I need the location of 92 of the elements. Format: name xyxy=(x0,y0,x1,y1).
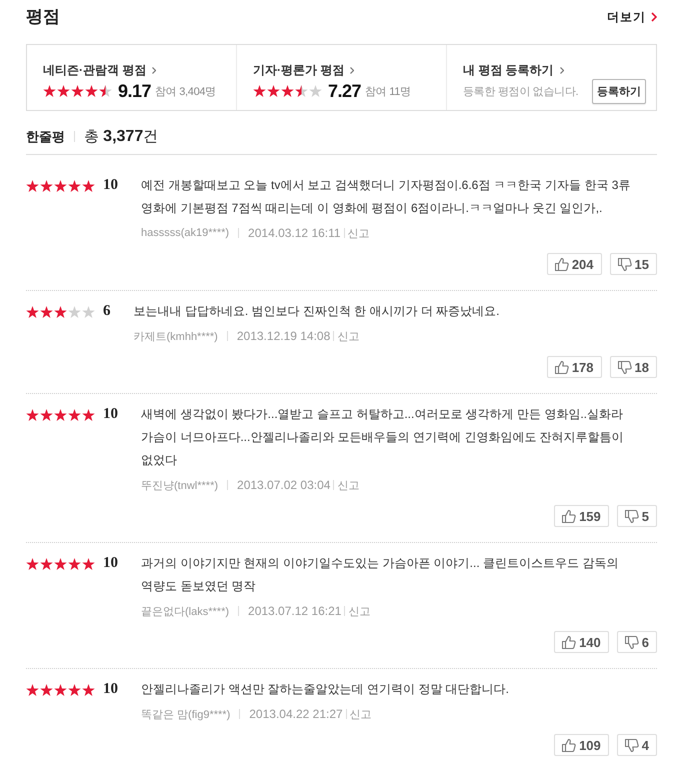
star-icon xyxy=(54,306,67,318)
chevron-right-icon xyxy=(560,66,564,74)
dislike-button[interactable]: 15 xyxy=(610,253,657,275)
star-icon xyxy=(99,85,112,97)
like-button[interactable]: 178 xyxy=(546,356,602,378)
review-date: 2013.07.12 16:21 xyxy=(248,604,342,618)
review-text: 새벽에 생각없이 봤다가...열받고 슬프고 허탈하고...여러모로 생각하게 만든 영화임..실화라 가슴이 너므아프다...안젤리나졸리와 모든배우들의 연기력에 긴영화임에도 잔혀지루할틈이 없었다 xyxy=(141,406,625,469)
like-button[interactable]: 159 xyxy=(554,505,609,527)
review-score: 10 xyxy=(103,406,118,423)
more-link[interactable]: 더보기 xyxy=(607,8,657,26)
star-icon xyxy=(54,180,67,192)
review-score: 6 xyxy=(103,303,110,320)
review-author: 끝은없다(laks****) xyxy=(141,604,230,618)
review-date: 2013.12.19 14:08 xyxy=(236,329,330,343)
thumbs-down-icon xyxy=(618,258,632,270)
star-icon xyxy=(54,684,67,696)
register-button[interactable]: 등록하기 xyxy=(592,79,646,104)
star-icon xyxy=(40,180,53,192)
thumbs-up-icon xyxy=(562,510,576,522)
average-score: 7.27 xyxy=(328,80,362,102)
review-date: 2013.04.22 21:27 xyxy=(249,707,343,721)
dislike-button[interactable]: 4 xyxy=(616,734,657,756)
star-icon xyxy=(82,306,95,318)
star-icon xyxy=(68,408,81,420)
review-total-count: 총 3,377건 xyxy=(84,127,158,146)
reviews-title: 한줄평 xyxy=(26,128,65,146)
thumbs-down-icon xyxy=(624,510,639,522)
dislike-button[interactable]: 18 xyxy=(610,356,657,378)
star-icon xyxy=(82,558,95,570)
star-icon xyxy=(40,684,53,696)
participant-count: 참여 11명 xyxy=(365,84,411,98)
star-icon xyxy=(267,85,280,97)
review-author: 카제트(kmhh****) xyxy=(134,330,218,344)
review-score: 10 xyxy=(103,177,118,194)
star-icon xyxy=(295,85,308,97)
rating-link[interactable]: 네티즌·관람객 평점 xyxy=(43,62,156,78)
star-icon xyxy=(26,558,39,570)
no-rating-message: 등록한 평점이 없습니다. xyxy=(463,85,578,99)
review-score: 10 xyxy=(103,681,118,698)
review-author: 뚜진냥(tnwl****) xyxy=(141,478,218,492)
chevron-right-icon xyxy=(350,66,354,74)
star-icon xyxy=(68,306,81,318)
like-button[interactable]: 140 xyxy=(554,631,609,653)
star-icon xyxy=(26,306,39,318)
star-icon xyxy=(40,408,53,420)
section-title: 평점 xyxy=(26,6,60,28)
star-icon xyxy=(281,85,294,97)
star-icon xyxy=(309,85,322,97)
like-button[interactable]: 109 xyxy=(554,734,609,756)
like-button[interactable]: 204 xyxy=(546,253,602,275)
average-score: 9.17 xyxy=(118,80,152,102)
review-score: 10 xyxy=(103,555,118,572)
star-icon xyxy=(43,85,56,97)
review-author: hasssss(ak19****) xyxy=(141,227,230,239)
register-rating-link[interactable]: 내 평점 등록하기 xyxy=(463,62,564,78)
star-icon xyxy=(26,408,39,420)
thumbs-up-icon xyxy=(562,738,576,752)
star-icon xyxy=(85,85,98,97)
star-icon xyxy=(54,408,67,420)
star-icon xyxy=(82,180,95,192)
chevron-right-icon xyxy=(651,12,657,22)
star-icon xyxy=(40,558,53,570)
review-date: 2013.07.02 03:04 xyxy=(237,478,330,492)
thumbs-up-icon xyxy=(554,360,569,374)
dislike-button[interactable]: 6 xyxy=(616,631,657,653)
review-author: 똑같은 맘(fig9****) xyxy=(141,708,230,722)
chevron-right-icon xyxy=(152,66,156,74)
review-text: 예전 개봉할때보고 오늘 tv에서 보고 검색했더니 기자평점이.6.6점 ㅋㅋ한국 기자들 한국 3류 영화에 기본평점 7점씩 때리는데 이 영화에 평점이 6점이라니.ㅋㅋ얼마나 웃긴 일인가,. xyxy=(141,177,632,217)
thumbs-down-icon xyxy=(624,636,639,648)
dislike-button[interactable]: 5 xyxy=(616,505,657,527)
star-icon xyxy=(57,85,70,97)
star-icon xyxy=(68,558,81,570)
star-icon xyxy=(71,85,84,97)
star-icon xyxy=(26,684,39,696)
review-text: 안젤리나졸리가 액션만 잘하는줄알았는데 연기력이 정말 대단합니다. xyxy=(141,681,510,698)
rating-link[interactable]: 기자·평론가 평점 xyxy=(253,62,354,78)
thumbs-down-icon xyxy=(618,360,632,374)
star-icon xyxy=(68,684,81,696)
review-text: 보는내내 답답하네요. 범인보다 진짜인척 한 애시끼가 더 짜증났네요. xyxy=(134,303,501,320)
thumbs-down-icon xyxy=(624,738,639,752)
star-icon xyxy=(40,306,53,318)
thumbs-up-icon xyxy=(554,258,569,270)
star-icon xyxy=(54,558,67,570)
thumbs-up-icon xyxy=(562,636,576,648)
star-icon xyxy=(253,85,266,97)
review-date: 2014.03.12 16:11 xyxy=(248,226,341,240)
participant-count: 참여 3,404명 xyxy=(155,84,216,98)
star-icon xyxy=(82,684,95,696)
star-icon xyxy=(82,408,95,420)
star-icon xyxy=(68,180,81,192)
review-text: 과거의 이야기지만 현재의 이야기일수도있는 가슴아픈 이야기... 클린트이스트우드 감독의 역량도 돋보였던 명작 xyxy=(141,555,620,595)
star-icon xyxy=(26,180,39,192)
